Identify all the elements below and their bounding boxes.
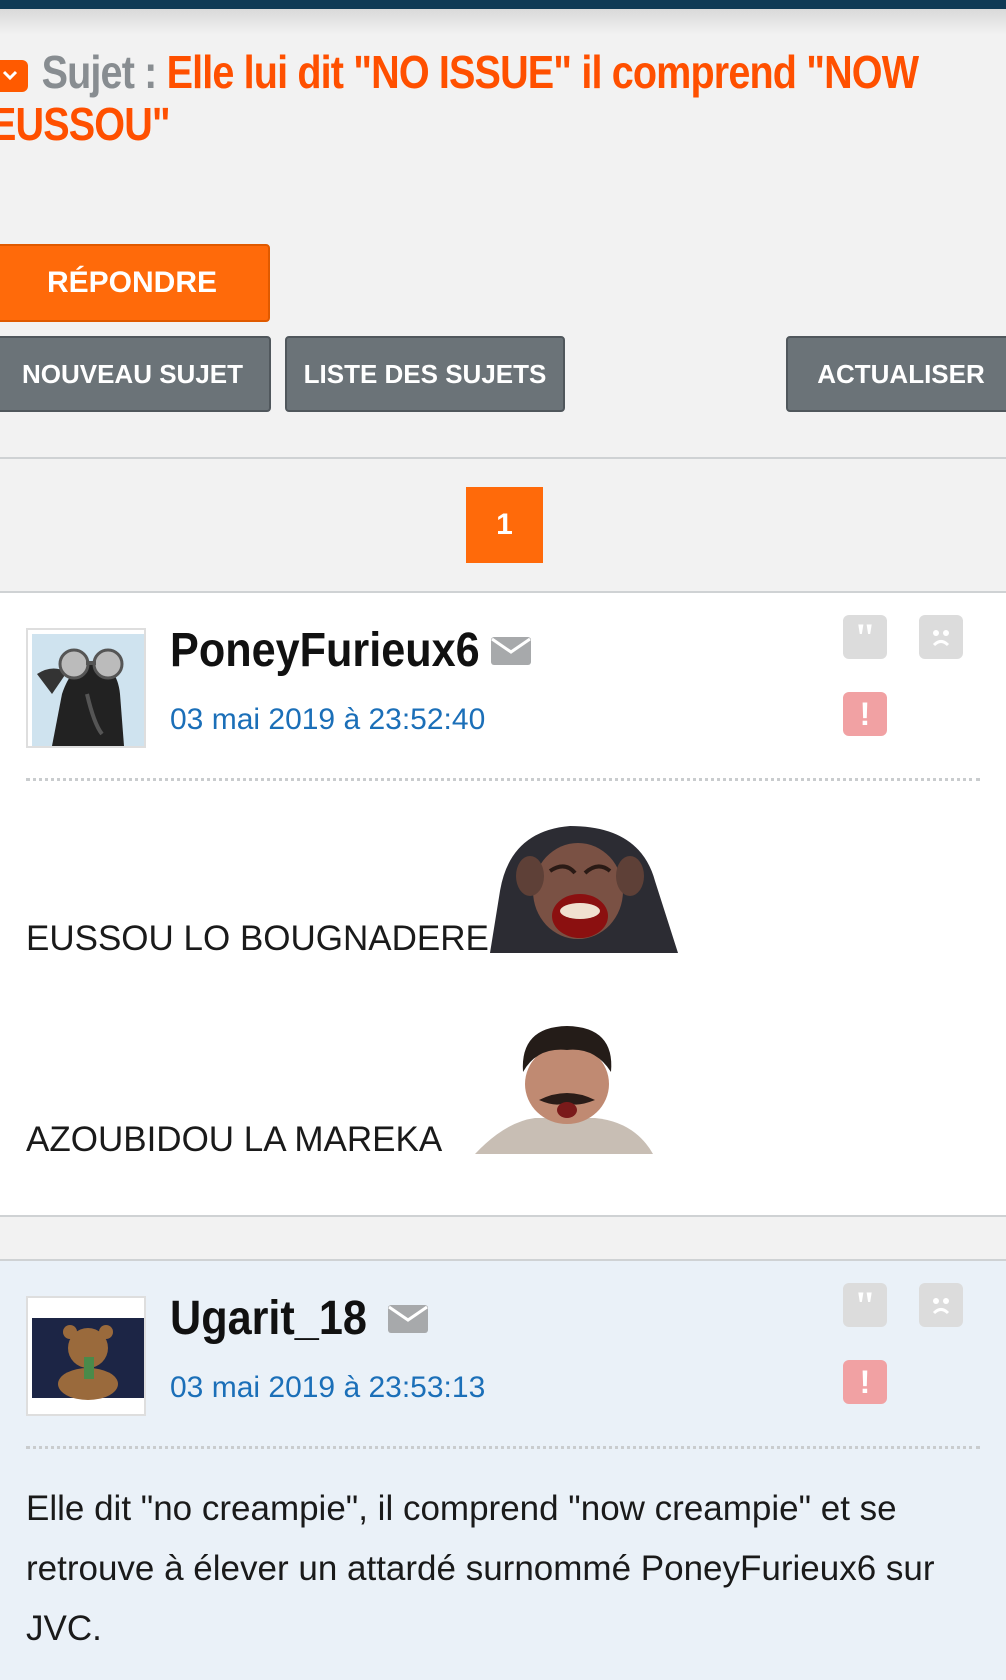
refresh-button[interactable]: ACTUALISER — [786, 336, 1006, 412]
sad-face-icon[interactable] — [919, 615, 963, 659]
reply-button[interactable]: RÉPONDRE — [0, 244, 270, 322]
post-line: EUSSOU LO BOUGNADERE — [26, 919, 489, 958]
quote-icon[interactable]: " — [843, 615, 887, 660]
mail-icon[interactable] — [491, 637, 531, 665]
new-topic-button[interactable]: NOUVEAU SUJET — [0, 336, 271, 412]
post-date[interactable]: 03 mai 2019 à 23:52:40 — [170, 703, 485, 737]
topic-title: Sujet : Elle lui dit "NO ISSUE" il compr… — [0, 46, 970, 150]
post-divider — [26, 1446, 980, 1449]
top-bar — [0, 0, 1006, 9]
post: PoneyFurieux6 03 mai 2019 à 23:52:40 " !… — [0, 593, 1006, 1217]
post-author[interactable]: Ugarit_18 — [170, 1291, 367, 1346]
post: Ugarit_18 03 mai 2019 à 23:53:13 " ! Ell… — [0, 1261, 1006, 1680]
alert-icon[interactable]: ! — [843, 1360, 887, 1404]
post-author[interactable]: PoneyFurieux6 — [170, 623, 480, 678]
post-date[interactable]: 03 mai 2019 à 23:53:13 — [170, 1371, 485, 1405]
alert-icon[interactable]: ! — [843, 692, 887, 736]
laughing-monkey-sticker — [490, 826, 678, 953]
mail-icon[interactable] — [388, 1305, 428, 1333]
avatar[interactable] — [26, 628, 146, 748]
topic-header: Sujet : Elle lui dit "NO ISSUE" il compr… — [0, 46, 980, 150]
page-1-button[interactable]: 1 — [466, 487, 543, 563]
quote-icon[interactable]: " — [843, 1283, 887, 1328]
top-shade — [0, 9, 1006, 35]
post-gap — [0, 1219, 1006, 1261]
sad-face-icon[interactable] — [919, 1283, 963, 1327]
post-line: AZOUBIDOU LA MAREKA — [26, 1120, 443, 1159]
topic-list-button[interactable]: LISTE DES SUJETS — [285, 336, 565, 412]
mustache-man-sticker — [475, 1026, 653, 1154]
topic-label: Sujet : — [41, 46, 158, 98]
avatar[interactable] — [26, 1296, 146, 1416]
post-text: Elle dit "no creampie", il comprend "now… — [26, 1489, 935, 1648]
post-divider — [26, 778, 980, 781]
